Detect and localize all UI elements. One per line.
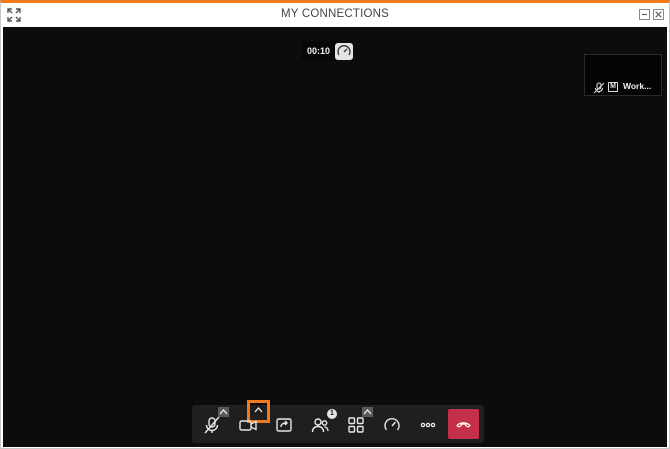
window-title: MY CONNECTIONS — [280, 8, 389, 20]
gauge-icon[interactable] — [380, 413, 404, 437]
participant-name: Work... — [623, 81, 652, 91]
hangup-icon — [456, 422, 471, 428]
more-icon[interactable] — [416, 413, 440, 437]
mic-muted-icon — [593, 81, 605, 94]
share-screen-icon[interactable] — [272, 413, 296, 437]
layout-grid-icon[interactable] — [344, 413, 368, 437]
call-timer: 00:10 — [301, 41, 337, 61]
call-toolbar: 1 — [192, 400, 484, 443]
participant-badge: M — [608, 82, 618, 92]
minimize-icon[interactable] — [639, 9, 650, 20]
video-stage: 00:10 M Work... 1 — [3, 27, 667, 447]
participants-count: 1 — [327, 409, 337, 419]
window: MY CONNECTIONS 00:10 M Work... 1 — [0, 0, 670, 449]
hangup-button[interactable] — [448, 409, 479, 439]
mic-muted-icon[interactable] — [200, 413, 224, 437]
camera-icon[interactable] — [236, 413, 260, 437]
participant-tile[interactable]: M Work... — [584, 54, 662, 96]
connection-quality-icon[interactable] — [335, 43, 353, 60]
title-bar: MY CONNECTIONS — [1, 3, 669, 27]
close-icon[interactable] — [653, 9, 664, 20]
